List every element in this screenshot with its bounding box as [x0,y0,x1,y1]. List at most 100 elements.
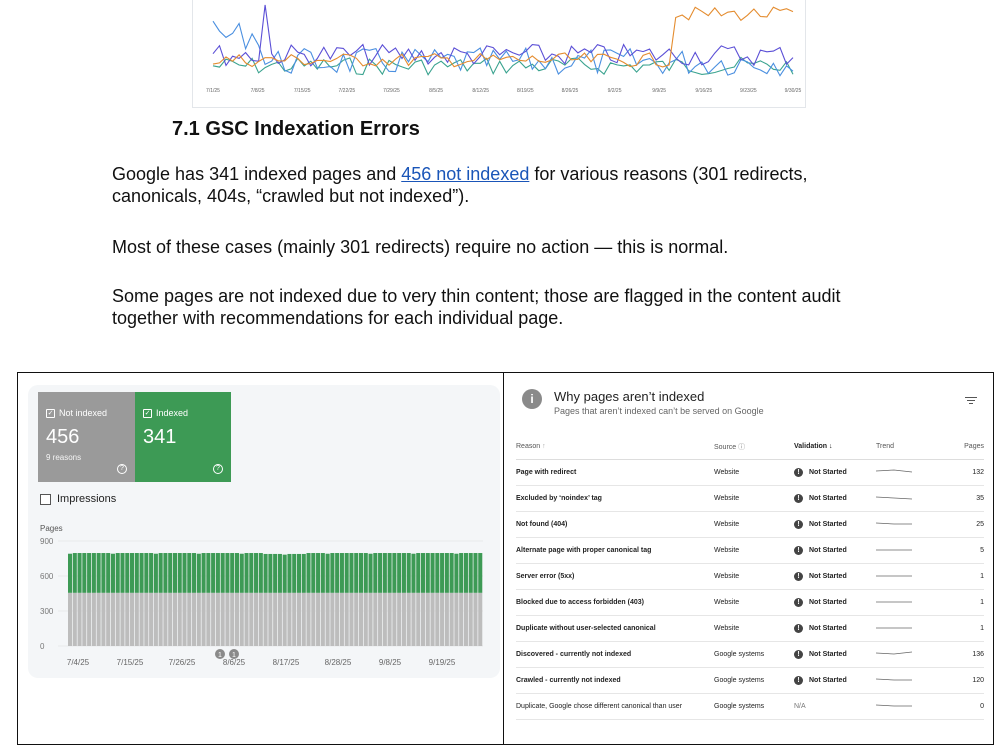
bar-indexed [177,553,182,593]
bar-not-indexed [168,592,173,646]
bar-not-indexed [249,592,254,646]
table-row[interactable]: Page with redirect Website! Not Started 132 [516,459,984,486]
x-tick-label: 8/28/25 [325,658,352,667]
paragraph-redirects: Most of these cases (mainly 301 redirect… [112,237,729,257]
x-tick-label: 7/29/25 [383,88,400,94]
row-reason: Crawled - currently not indexed [516,667,714,694]
bar-not-indexed [311,592,316,646]
bar-indexed [77,553,82,593]
bar-indexed [211,553,216,593]
bar-indexed [68,553,73,593]
checkbox-checked-icon[interactable]: ✓ [46,408,55,418]
bar-not-indexed [296,592,302,646]
column-reason[interactable]: Reason ↑ [516,435,714,460]
table-row[interactable]: Server error (5xx) Website! Not Started 1 [516,563,984,590]
bar-not-indexed [273,592,278,646]
exclamation-icon: ! [794,597,803,607]
bar-not-indexed [330,592,335,646]
help-icon[interactable]: ? [213,464,223,474]
table-row[interactable]: Excluded by ‘noindex’ tag Website! Not Sta… [516,485,984,512]
bar-not-indexed [225,592,230,646]
table-row[interactable]: Discovered - currently not indexed Google… [516,641,984,668]
bar-indexed [444,553,449,593]
bar-not-indexed [91,592,96,646]
column-source[interactable]: Source ⓘ [714,435,794,460]
impressions-toggle[interactable]: Impressions [40,493,116,505]
bar-not-indexed [339,592,344,646]
bar-indexed [435,553,440,593]
validation-status: Not Started [809,520,847,528]
y-axis-label: Pages [40,524,63,533]
bar-not-indexed [401,592,406,646]
table-row[interactable]: Not found (404) Website! Not Started 25 [516,511,984,538]
column-pages[interactable]: Pages [946,435,984,460]
bar-not-indexed [254,592,259,646]
bar-indexed [392,553,397,593]
bar-not-indexed [306,592,311,646]
row-validation: ! Not Started [794,589,876,616]
bar-indexed [311,553,316,593]
x-tick-label: 9/9/25 [652,88,666,94]
not-indexed-card[interactable]: ✓ Not indexed 456 9 reasons ? [38,392,135,482]
not-indexed-link[interactable]: 456 not indexed [401,164,529,184]
trend-sparkline [876,549,912,551]
bar-indexed [349,553,354,593]
bar-not-indexed [449,592,454,646]
pages-stacked-bar-chart: Pages 900 600 300 0 7/4/25 7/15/25 7/26/25 8/6/2… [40,524,483,667]
bar-indexed [168,553,173,593]
x-tick-label: 8/17/25 [273,658,300,667]
help-icon[interactable]: ? [117,464,127,474]
bar-indexed [91,553,96,593]
bar-not-indexed [87,592,92,646]
trend-sparkline [875,651,913,655]
bar-indexed [425,553,430,593]
bar-not-indexed [182,592,187,646]
bar-not-indexed [239,592,244,646]
bar-not-indexed [354,592,359,646]
checkbox-checked-icon[interactable]: ✓ [143,408,152,418]
bar-indexed [196,553,201,593]
table-row[interactable]: Blocked due to access forbidden (403) Web… [516,589,984,616]
row-pages: 35 [946,485,984,512]
bar-indexed [115,553,120,593]
row-pages: 1 [946,589,984,616]
validation-status: Not Started [809,598,847,606]
bar-not-indexed [177,592,182,646]
x-tick-label: 9/8/25 [379,658,402,667]
bar-indexed [120,553,125,593]
x-tick-label: 9/23/25 [740,88,757,94]
bar-not-indexed [382,592,387,646]
column-validation[interactable]: Validation ↓ [794,435,876,460]
bar-indexed [358,553,364,593]
checkbox-unchecked-icon[interactable] [40,493,51,505]
row-pages: 1 [946,563,984,590]
bar-not-indexed [263,592,268,646]
bar-indexed [277,553,282,593]
p1-text-before: Google has 341 indexed pages and [112,164,402,184]
bar-not-indexed [440,592,445,646]
bar-not-indexed [478,592,483,646]
bar-not-indexed [196,592,201,646]
exclamation-icon: ! [794,545,803,555]
row-trend [876,537,946,564]
indexed-card[interactable]: ✓ Indexed 341 ? [135,392,231,482]
bar-indexed [158,553,163,593]
table-row[interactable]: Alternate page with proper canonical tag… [516,537,984,564]
bar-not-indexed [215,592,220,646]
bar-indexed [282,554,287,593]
sort-up-icon: ↑ [542,443,546,451]
x-tick-label: 7/1/25 [206,88,220,94]
row-reason: Duplicate, Google chose different canoni… [516,693,714,720]
impressions-label: Impressions [57,493,117,505]
bar-not-indexed [349,592,354,646]
filter-icon[interactable] [965,395,977,406]
table-row[interactable]: Duplicate without user-selected canonica… [516,615,984,642]
bar-indexed [320,553,325,593]
row-source: Google systems [714,667,794,694]
row-reason: Excluded by ‘noindex’ tag [516,485,714,512]
table-row[interactable]: Crawled - currently not indexed Google sy… [516,667,984,694]
table-row[interactable]: Duplicate, Google chose different canoni… [516,693,984,720]
bar-not-indexed [258,592,263,646]
row-validation: ! Not Started [794,485,876,512]
bar-not-indexed [82,592,87,646]
